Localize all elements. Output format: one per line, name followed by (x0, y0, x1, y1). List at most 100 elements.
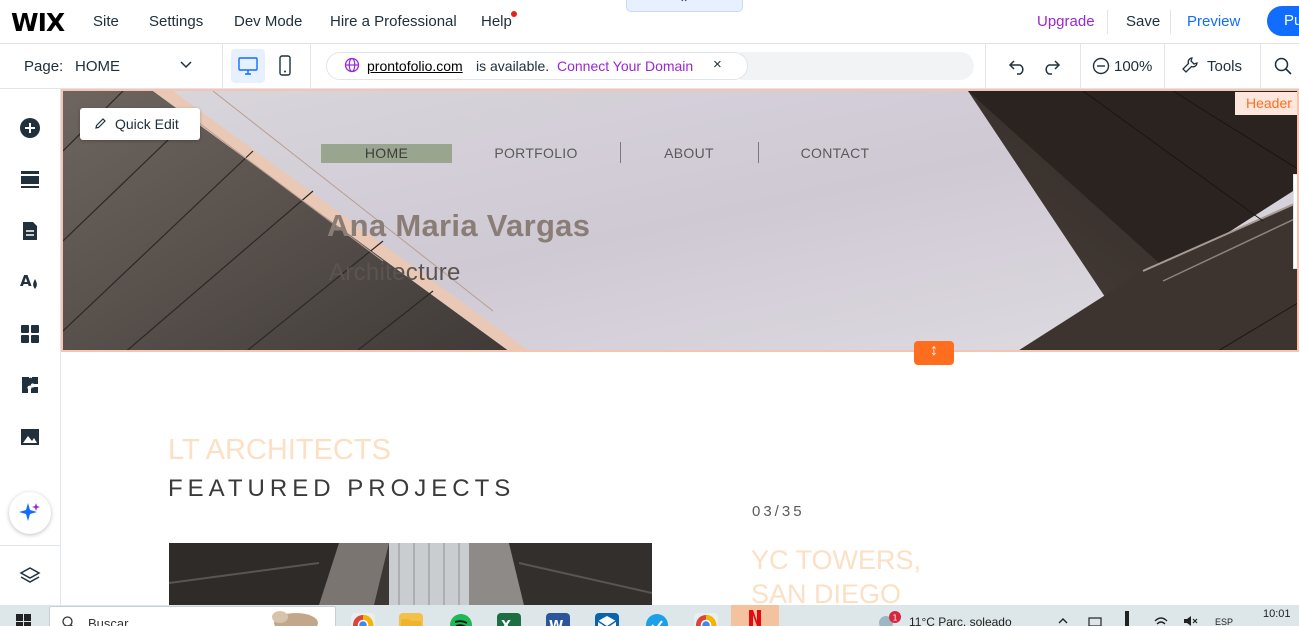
file-explorer-app[interactable] (399, 613, 423, 626)
undo-icon[interactable] (1008, 57, 1028, 75)
project-photo (169, 543, 652, 605)
netflix-app[interactable] (731, 605, 779, 626)
section-title[interactable]: FEATURED PROJECTS (168, 475, 515, 503)
project-image[interactable] (169, 543, 652, 605)
weather-icon: 1 (879, 611, 901, 626)
project-title-line: YC TOWERS, (751, 545, 922, 575)
search-icon (62, 616, 73, 626)
divider (1107, 10, 1108, 34)
editor-canvas: Header Quick Edit HOME PORTFOLIO ABOUT C… (61, 89, 1299, 605)
word-icon: W (549, 619, 563, 626)
divider (1170, 10, 1171, 34)
menu-site[interactable]: Site (93, 13, 119, 30)
resize-handle[interactable]: ↕ (914, 341, 954, 365)
layers-icon[interactable] (19, 565, 41, 587)
media-icon[interactable] (19, 426, 41, 448)
menu-settings[interactable]: Settings (149, 13, 203, 30)
domain-available-text: is available. (476, 58, 550, 74)
business-apps-icon[interactable] (19, 374, 41, 396)
chrome-app-2[interactable] (694, 613, 718, 626)
zoom-level[interactable]: 100% (1114, 58, 1152, 75)
word-app[interactable]: W (546, 613, 570, 626)
weather-text[interactable]: 11°C Parc. soleado (909, 615, 1012, 626)
project-title[interactable]: YC TOWERS, SAN DIEGO (751, 543, 921, 605)
nav-home[interactable]: HOME (321, 144, 452, 163)
nav-portfolio[interactable]: PORTFOLIO (481, 144, 591, 163)
quick-edit-label: Quick Edit (115, 116, 179, 132)
page-toolbar: Page: HOME prontofolio.com is available.… (0, 44, 1299, 89)
menu-help[interactable]: Help (481, 13, 512, 30)
divider (0, 545, 60, 546)
divider (310, 44, 311, 88)
upgrade-button[interactable]: Upgrade (1037, 13, 1095, 30)
mail-app[interactable] (595, 613, 619, 626)
mail-icon (597, 616, 617, 626)
windows-start-icon[interactable] (16, 614, 32, 626)
publish-button[interactable]: Pu (1267, 6, 1299, 36)
pen-icon[interactable] (1122, 611, 1132, 626)
design-icon[interactable]: A (19, 270, 41, 292)
globe-icon (344, 57, 360, 73)
site-name[interactable]: Ana Maria Vargas (327, 208, 590, 244)
menu-hire-professional[interactable]: Hire a Professional (330, 13, 457, 30)
spotify-icon (450, 614, 472, 626)
zoom-out-icon[interactable] (1092, 57, 1110, 75)
pages-icon[interactable] (19, 220, 41, 242)
domain-name[interactable]: prontofolio.com (367, 58, 463, 74)
divider (1260, 44, 1261, 88)
wix-logo[interactable]: WIX (11, 8, 65, 37)
chevron-up-icon[interactable] (1057, 615, 1069, 625)
tools-button[interactable]: Tools (1207, 58, 1242, 75)
site-tagline[interactable]: Architecture (329, 259, 461, 287)
apps-icon[interactable] (19, 323, 41, 345)
teams-app[interactable] (645, 613, 669, 626)
excel-app[interactable]: X (497, 613, 521, 626)
quick-edit-button[interactable]: Quick Edit (80, 108, 200, 140)
project-title-line: SAN DIEGO (751, 579, 902, 605)
excel-icon: X (501, 619, 511, 626)
nav-contact[interactable]: CONTACT (780, 144, 890, 163)
ai-assistant-button[interactable] (9, 492, 51, 534)
project-counter: 03/35 (752, 503, 805, 520)
chrome-app[interactable] (351, 613, 375, 626)
svg-text:W: W (549, 619, 563, 626)
help-notification-dot (511, 11, 517, 17)
section-kicker[interactable]: LT ARCHITECTS (168, 434, 391, 467)
divider (985, 44, 986, 88)
volume-muted-icon[interactable] (1183, 615, 1199, 626)
search-icon[interactable] (1274, 57, 1292, 75)
battery-icon[interactable] (1088, 617, 1104, 626)
connect-domain-link[interactable]: Connect Your Domain (557, 58, 693, 74)
mobile-view-icon[interactable] (278, 55, 292, 76)
desktop-view-button[interactable] (231, 49, 265, 83)
pencil-icon (95, 118, 106, 129)
divider (1164, 44, 1165, 88)
chevron-up-icon: ⌃ (679, 0, 690, 10)
chevron-down-icon[interactable] (179, 57, 193, 71)
desktop-icon (238, 57, 258, 75)
save-button[interactable]: Save (1126, 13, 1160, 30)
spotify-app[interactable] (449, 613, 473, 626)
weather-badge-count: 1 (893, 614, 898, 623)
page-selector[interactable]: HOME (75, 58, 120, 75)
redo-icon[interactable] (1041, 57, 1061, 75)
left-sidebar: A (0, 89, 61, 605)
collapse-toolbar-button[interactable]: ⌃ (626, 0, 743, 12)
clock[interactable]: 10:01 (1263, 608, 1291, 620)
header-background-image (63, 91, 1297, 350)
menu-dev-mode[interactable]: Dev Mode (234, 13, 302, 30)
divider (222, 44, 223, 88)
chrome-icon (696, 614, 717, 626)
language-indicator[interactable]: ESP (1215, 617, 1233, 626)
wifi-icon[interactable] (1153, 615, 1169, 626)
close-icon[interactable]: × (713, 56, 722, 73)
folder-icon (401, 619, 421, 626)
nav-about[interactable]: ABOUT (634, 144, 744, 163)
preview-button[interactable]: Preview (1187, 13, 1240, 30)
chat-icon (646, 614, 668, 626)
header-section[interactable]: Header Quick Edit HOME PORTFOLIO ABOUT C… (61, 89, 1299, 352)
side-panel-handle[interactable] (1293, 174, 1297, 269)
sections-icon[interactable] (19, 168, 41, 190)
add-icon[interactable] (19, 117, 41, 139)
svg-text:A: A (20, 272, 32, 290)
